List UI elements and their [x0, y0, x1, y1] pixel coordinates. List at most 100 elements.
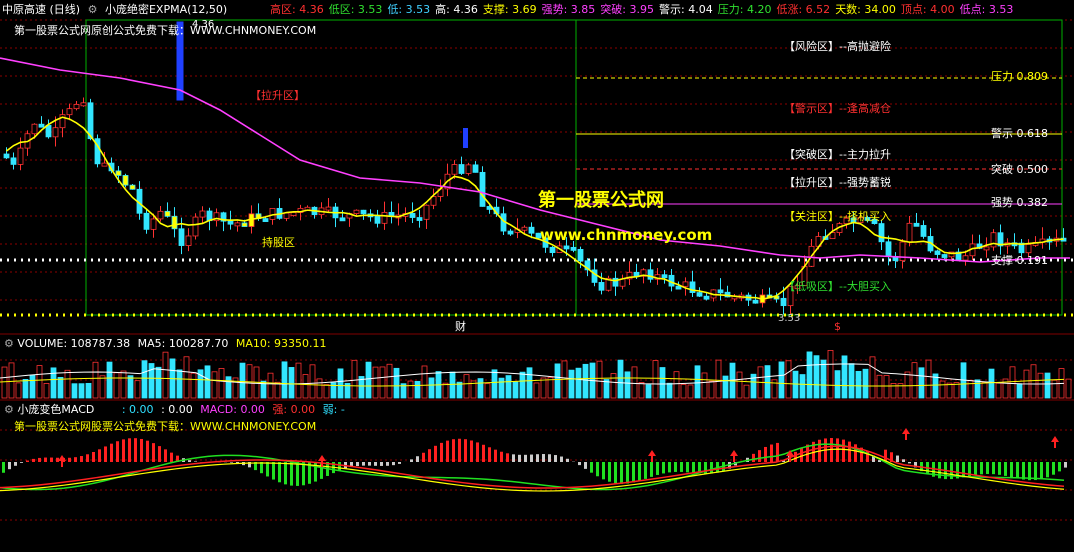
dividend-marker[interactable]: $: [834, 320, 841, 334]
indicator-item: 低涨: 6.52: [776, 3, 830, 16]
indicator-title[interactable]: 小庞绝密EXPMA(12,50): [105, 3, 227, 16]
candle: [416, 217, 423, 221]
macd-bar: [686, 462, 689, 473]
zone-desc: --强势蓄锐: [839, 176, 891, 189]
zone-row: 【突破区】--主力拉升: [784, 148, 891, 162]
macd-bar: [794, 451, 797, 462]
candle: [164, 210, 171, 217]
indicator-item-label: 支撑:: [482, 3, 509, 16]
volume-bar: [645, 384, 652, 399]
macd-bar: [548, 454, 551, 462]
macd-bar: [50, 457, 53, 462]
volume-bar: [428, 377, 435, 399]
stock-title[interactable]: 中原高速 (日线): [2, 3, 80, 16]
volume-bar: [708, 380, 715, 399]
indicator-item-value: 4.20: [743, 3, 772, 16]
candle: [360, 209, 367, 215]
macd-bar: [188, 460, 191, 462]
macd-bar: [530, 454, 533, 462]
candle: [913, 222, 920, 227]
macd-bar: [38, 457, 41, 462]
macd-bar: [668, 462, 671, 473]
volume-bar: [421, 365, 428, 399]
volume-bar: [722, 375, 729, 399]
indicator-item-value: 3.53: [354, 3, 383, 16]
indicator-item: 低: 3.53: [387, 3, 430, 16]
candle: [10, 157, 17, 165]
fib-level-label: 突破 0.500: [991, 163, 1048, 176]
volume-bar: [365, 361, 372, 399]
candle: [423, 204, 430, 220]
macd-bar: [302, 462, 305, 486]
volume-bar: [134, 380, 141, 399]
zone-tag: 【低吸区】: [784, 280, 839, 293]
macd-bar: [608, 462, 611, 482]
chart-canvas[interactable]: [0, 0, 1074, 552]
volume-bar: [743, 384, 750, 399]
indicator-item-label: 低涨:: [776, 3, 803, 16]
macd-bar: [296, 462, 299, 486]
zone-desc: --大胆买入: [839, 280, 891, 293]
candle: [192, 216, 199, 237]
volume-bar: [190, 372, 197, 399]
volume-bar: [99, 375, 106, 399]
macd-strong: 强: 0.00: [272, 403, 316, 416]
macd-bar: [776, 442, 779, 462]
candle: [45, 124, 52, 138]
volume-bar: [211, 371, 218, 399]
macd-bar: [68, 457, 71, 462]
finance-marker[interactable]: 财: [455, 320, 466, 334]
volume-bar: [176, 369, 183, 399]
indicator-item-label: 强势:: [541, 3, 568, 16]
macd-bar: [230, 462, 233, 463]
zone-tag: 【突破区】: [784, 148, 839, 161]
volume-bar: [918, 367, 925, 399]
candle: [262, 218, 269, 222]
volume-bar: [862, 368, 869, 399]
macd-bar: [770, 444, 773, 462]
macd-bar: [650, 462, 653, 477]
volume-bar: [218, 368, 225, 399]
candle: [479, 171, 486, 207]
candle: [563, 245, 570, 250]
macd-bar: [56, 457, 59, 462]
macd-bar: [26, 460, 29, 462]
candle: [521, 226, 528, 231]
macd-name[interactable]: 小庞变色MACD: [17, 403, 94, 416]
volume-bar: [36, 365, 43, 399]
macd-bar: [1046, 462, 1049, 478]
volume-bar: [337, 368, 344, 399]
macd-bar: [392, 462, 395, 466]
volume-bar: [78, 383, 85, 399]
settings-icon[interactable]: ⚙: [88, 3, 98, 16]
volume-bar: [106, 361, 113, 399]
macd-bar: [908, 462, 911, 464]
volume-bar: [778, 361, 785, 399]
macd-bar: [20, 462, 23, 463]
volume-bar: [43, 382, 50, 399]
fib-level-label: 强势 0.382: [991, 196, 1048, 209]
macd-bar: [368, 462, 371, 466]
volume-bar: [407, 380, 414, 399]
macd-bar: [434, 445, 437, 462]
macd-bar: [1058, 462, 1061, 472]
settings-icon[interactable]: ⚙: [4, 403, 14, 416]
settings-icon[interactable]: ⚙: [4, 337, 14, 350]
candle: [570, 246, 577, 251]
macd-bar: [758, 450, 761, 462]
candle: [472, 164, 479, 173]
macd-bar: [626, 462, 629, 484]
volume-bar: [155, 366, 162, 399]
volume-bar: [92, 361, 99, 399]
candle: [3, 153, 10, 159]
buy-arrow-icon: [58, 455, 66, 467]
indicator-item: 天数: 34.00: [835, 3, 896, 16]
volume-bar: [624, 371, 631, 399]
volume-bar: [806, 351, 813, 399]
volume-bar: [323, 384, 330, 399]
indicator-item-value: 4.36: [449, 3, 478, 16]
macd-bar: [476, 442, 479, 462]
volume-bar: [414, 380, 421, 399]
fib-level-label: 压力 0.809: [991, 70, 1048, 83]
indicator-item-value: 4.00: [926, 3, 955, 16]
